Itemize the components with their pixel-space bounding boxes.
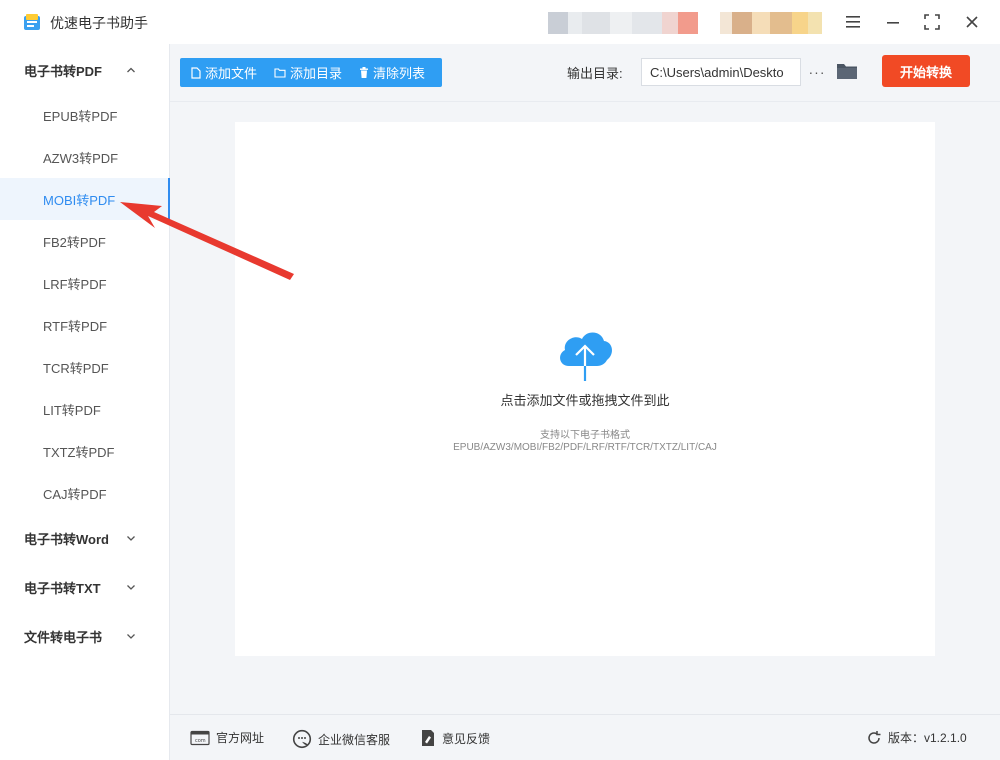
supported-formats-title: 支持以下电子书格式 (540, 430, 630, 441)
sidebar-item-lrf-to-pdf[interactable]: LRF转PDF (0, 262, 170, 304)
sidebar-item-label: RTF转PDF (43, 318, 108, 334)
sidebar-group-label: 电子书转PDF (24, 63, 103, 79)
add-file-label: 添加文件 (205, 66, 258, 81)
sidebar-item-label: LRF转PDF (43, 276, 107, 292)
folder-icon[interactable] (836, 61, 858, 81)
chevron-up-icon (127, 67, 135, 73)
sidebar-item-label: AZW3转PDF (43, 150, 119, 166)
website-icon: com (190, 730, 210, 745)
app-title: 优速电子书助手 (50, 15, 148, 31)
refresh-icon (868, 730, 881, 744)
sidebar-item-rtf-to-pdf[interactable]: RTF转PDF (0, 304, 170, 346)
sidebar-item-label: FB2转PDF (43, 234, 106, 250)
sidebar-item-azw3-to-pdf[interactable]: AZW3转PDF (0, 136, 170, 178)
output-dir-label: 输出目录: (567, 66, 623, 81)
drop-hint: 点击添加文件或拖拽文件到此 (500, 393, 670, 408)
sidebar-item-label: TCR转PDF (43, 360, 109, 376)
sidebar-item-caj-to-pdf[interactable]: CAJ转PDF (0, 472, 170, 514)
file-action-group: 添加文件 添加目录 清除列表 (180, 58, 442, 87)
sidebar-item-lit-to-pdf[interactable]: LIT转PDF (0, 388, 170, 430)
sidebar-item-label: TXTZ转PDF (43, 444, 115, 460)
toolbar: 添加文件 添加目录 清除列表 输出目录: C:\Users\admin\Desk… (170, 44, 1000, 102)
clear-list-button[interactable]: 清除列表 (359, 58, 425, 87)
sidebar-group-ebook-to-txt[interactable]: 电子书转TXT (0, 567, 170, 607)
feedback-icon (422, 730, 434, 746)
sidebar-group-file-to-ebook[interactable]: 文件转电子书 (0, 616, 170, 656)
file-drop-zone[interactable]: 点击添加文件或拖拽文件到此 支持以下电子书格式 EPUB/AZW3/MOBI/F… (235, 122, 935, 656)
sidebar-item-label: EPUB转PDF (43, 108, 118, 124)
menu-icon[interactable] (841, 10, 865, 34)
output-dir-field[interactable]: C:\Users\admin\Deskto (641, 58, 801, 86)
feedback-link[interactable]: 意见反馈 (420, 729, 490, 747)
add-folder-label: 添加目录 (290, 66, 343, 81)
sidebar-group-ebook-to-word[interactable]: 电子书转Word (0, 518, 170, 558)
close-icon[interactable] (960, 10, 984, 34)
file-icon (191, 66, 201, 79)
sidebar-group-label: 电子书转Word (24, 531, 109, 547)
add-file-button[interactable]: 添加文件 (191, 58, 257, 87)
footer: com 官方网址 企业微信客服 意见反馈 版本：v1.2.1.0 (170, 714, 1000, 760)
maximize-icon[interactable] (920, 10, 944, 34)
more-options-button[interactable]: ··· (807, 58, 827, 86)
sidebar-item-label: LIT转PDF (43, 402, 101, 418)
version-info: 版本：v1.2.1.0 (866, 729, 967, 746)
cloud-upload-icon (560, 332, 613, 381)
sidebar-item-label: MOBI转PDF (43, 192, 116, 208)
add-folder-button[interactable]: 添加目录 (274, 58, 342, 87)
wechat-label: 企业微信客服 (318, 732, 391, 747)
redacted-account-info (548, 12, 698, 34)
sidebar-group-label: 电子书转TXT (24, 580, 101, 596)
sidebar: 电子书转PDF EPUB转PDF AZW3转PDF MOBI转PDF FB2转P… (0, 44, 170, 760)
redacted-user-badge (720, 12, 822, 34)
sidebar-group-label: 文件转电子书 (24, 629, 103, 645)
sidebar-item-label: CAJ转PDF (43, 486, 107, 502)
official-website-link[interactable]: com 官方网址 (190, 729, 264, 746)
sidebar-group-ebook-to-pdf[interactable]: 电子书转PDF (0, 50, 170, 90)
sidebar-item-fb2-to-pdf[interactable]: FB2转PDF (0, 220, 170, 262)
start-convert-button[interactable]: 开始转换 (882, 55, 970, 87)
chevron-down-icon (127, 536, 135, 541)
chat-icon (292, 729, 312, 749)
title-bar: 优速电子书助手 (0, 0, 1000, 44)
sidebar-item-mobi-to-pdf[interactable]: MOBI转PDF (0, 178, 170, 220)
minimize-icon[interactable] (881, 10, 905, 34)
sidebar-item-epub-to-pdf[interactable]: EPUB转PDF (0, 94, 170, 136)
svg-text:com: com (195, 738, 206, 744)
feedback-label: 意见反馈 (442, 731, 491, 746)
chevron-down-icon (127, 585, 135, 590)
wechat-support-link[interactable]: 企业微信客服 (292, 729, 390, 749)
version-label: 版本：v1.2.1.0 (888, 731, 967, 745)
website-label: 官方网址 (216, 731, 265, 745)
clear-list-label: 清除列表 (373, 66, 426, 81)
sidebar-item-txtz-to-pdf[interactable]: TXTZ转PDF (0, 430, 170, 472)
supported-formats-list: EPUB/AZW3/MOBI/FB2/PDF/LRF/RTF/TCR/TXTZ/… (453, 442, 717, 453)
sidebar-item-tcr-to-pdf[interactable]: TCR转PDF (0, 346, 170, 388)
chevron-down-icon (127, 634, 135, 639)
app-logo-icon (24, 14, 40, 30)
folder-outline-icon (274, 68, 286, 78)
trash-icon (360, 66, 369, 78)
